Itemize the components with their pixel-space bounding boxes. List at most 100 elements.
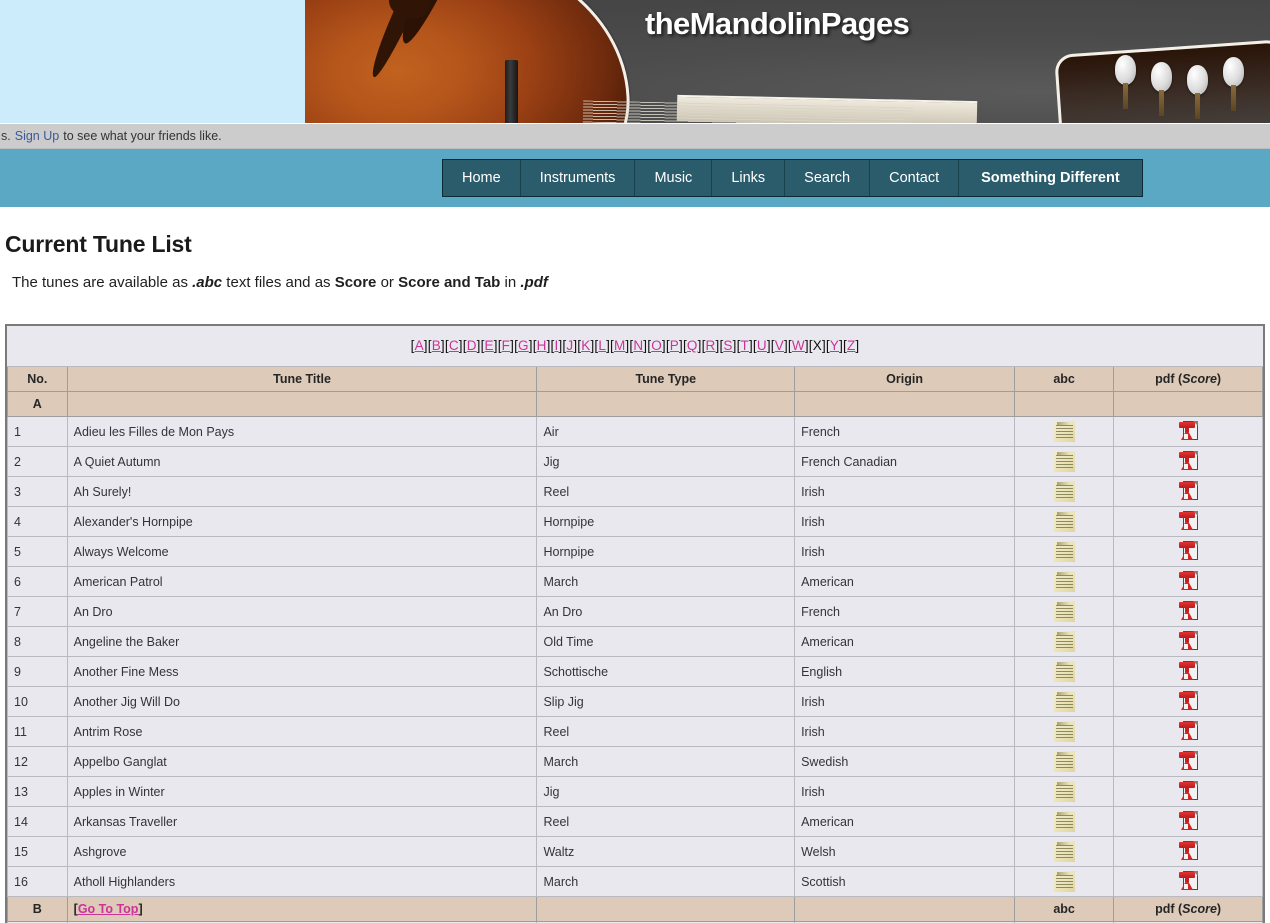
pdf-icon[interactable] [1178, 511, 1198, 532]
sheet-music-icon[interactable] [1053, 451, 1075, 472]
section-origin-cell [794, 896, 1016, 922]
alpha-index-link-M[interactable]: M [614, 338, 625, 353]
alpha-index-link-D[interactable]: D [467, 338, 477, 353]
alpha-index-link-R[interactable]: R [706, 338, 716, 353]
pdf-download-cell[interactable] [1113, 746, 1263, 777]
alpha-index-link-N[interactable]: N [633, 338, 643, 353]
nav-item-search[interactable]: Search [785, 160, 871, 196]
alpha-index-link-H[interactable]: H [537, 338, 547, 353]
tune-origin: French [794, 416, 1016, 447]
abc-download-cell[interactable] [1014, 686, 1115, 717]
pdf-download-cell[interactable] [1113, 446, 1263, 477]
abc-download-cell[interactable] [1014, 536, 1115, 567]
tune-number: 14 [7, 806, 68, 837]
alpha-index-link-V[interactable]: V [775, 338, 784, 353]
sheet-music-icon[interactable] [1053, 541, 1075, 562]
pdf-icon[interactable] [1178, 661, 1198, 682]
sheet-music-icon[interactable] [1053, 751, 1075, 772]
sheet-music-icon[interactable] [1053, 601, 1075, 622]
pdf-icon[interactable] [1178, 631, 1198, 652]
abc-download-cell[interactable] [1014, 476, 1115, 507]
nav-item-music[interactable]: Music [635, 160, 713, 196]
tune-number: 4 [7, 506, 68, 537]
abc-download-cell[interactable] [1014, 566, 1115, 597]
sheet-music-icon[interactable] [1053, 871, 1075, 892]
nav-item-home[interactable]: Home [443, 160, 521, 196]
sheet-music-icon[interactable] [1053, 841, 1075, 862]
pdf-icon[interactable] [1178, 751, 1198, 772]
pdf-icon[interactable] [1178, 481, 1198, 502]
alpha-index-link-G[interactable]: G [518, 338, 529, 353]
pdf-icon[interactable] [1178, 421, 1198, 442]
pdf-download-cell[interactable] [1113, 776, 1263, 807]
abc-download-cell[interactable] [1014, 836, 1115, 867]
alpha-index-link-Y[interactable]: Y [830, 338, 839, 353]
sheet-music-icon[interactable] [1053, 421, 1075, 442]
pdf-download-cell[interactable] [1113, 626, 1263, 657]
sheet-music-icon[interactable] [1053, 691, 1075, 712]
pdf-download-cell[interactable] [1113, 506, 1263, 537]
sheet-music-icon[interactable] [1053, 631, 1075, 652]
alpha-index-link-E[interactable]: E [485, 338, 494, 353]
sheet-music-icon[interactable] [1053, 481, 1075, 502]
pdf-download-cell[interactable] [1113, 686, 1263, 717]
pdf-icon[interactable] [1178, 541, 1198, 562]
abc-download-cell[interactable] [1014, 626, 1115, 657]
sheet-music-icon[interactable] [1053, 781, 1075, 802]
alpha-index-link-W[interactable]: W [792, 338, 805, 353]
abc-download-cell[interactable] [1014, 866, 1115, 897]
alpha-index-link-B[interactable]: B [432, 338, 441, 353]
abc-download-cell[interactable] [1014, 656, 1115, 687]
sign-up-link[interactable]: Sign Up [15, 129, 59, 143]
abc-download-cell[interactable] [1014, 506, 1115, 537]
nav-item-links[interactable]: Links [712, 160, 786, 196]
pdf-icon[interactable] [1178, 781, 1198, 802]
sheet-music-icon[interactable] [1053, 811, 1075, 832]
pdf-download-cell[interactable] [1113, 566, 1263, 597]
pdf-download-cell[interactable] [1113, 716, 1263, 747]
pdf-icon[interactable] [1178, 451, 1198, 472]
alpha-index-link-O[interactable]: O [651, 338, 662, 353]
pdf-icon[interactable] [1178, 871, 1198, 892]
go-to-top-link[interactable]: Go To Top [78, 902, 139, 916]
pdf-icon[interactable] [1178, 601, 1198, 622]
alpha-index-link-U[interactable]: U [757, 338, 767, 353]
alpha-index-link-T[interactable]: T [741, 338, 749, 353]
sheet-music-icon[interactable] [1053, 571, 1075, 592]
pdf-icon[interactable] [1178, 721, 1198, 742]
alpha-index-link-A[interactable]: A [415, 338, 424, 353]
pdf-download-cell[interactable] [1113, 866, 1263, 897]
nav-item-contact[interactable]: Contact [870, 160, 960, 196]
tune-number: 11 [7, 716, 68, 747]
alpha-index-link-F[interactable]: F [502, 338, 510, 353]
pdf-icon[interactable] [1178, 811, 1198, 832]
pdf-icon[interactable] [1178, 691, 1198, 712]
abc-download-cell[interactable] [1014, 746, 1115, 777]
abc-download-cell[interactable] [1014, 776, 1115, 807]
alpha-index-link-Q[interactable]: Q [687, 338, 698, 353]
pdf-download-cell[interactable] [1113, 416, 1263, 447]
alpha-index-link-P[interactable]: P [670, 338, 679, 353]
sheet-music-icon[interactable] [1053, 661, 1075, 682]
pdf-download-cell[interactable] [1113, 656, 1263, 687]
pdf-download-cell[interactable] [1113, 806, 1263, 837]
pdf-icon[interactable] [1178, 571, 1198, 592]
pdf-download-cell[interactable] [1113, 596, 1263, 627]
sheet-music-icon[interactable] [1053, 721, 1075, 742]
alpha-index-link-L[interactable]: L [598, 338, 606, 353]
tune-origin: Scottish [794, 866, 1016, 897]
nav-item-instruments[interactable]: Instruments [521, 160, 636, 196]
pdf-icon[interactable] [1178, 841, 1198, 862]
pdf-download-cell[interactable] [1113, 476, 1263, 507]
alpha-index-link-S[interactable]: S [723, 338, 732, 353]
abc-download-cell[interactable] [1014, 806, 1115, 837]
abc-download-cell[interactable] [1014, 716, 1115, 747]
alpha-index-link-C[interactable]: C [449, 338, 459, 353]
sheet-music-icon[interactable] [1053, 511, 1075, 532]
abc-download-cell[interactable] [1014, 416, 1115, 447]
abc-download-cell[interactable] [1014, 446, 1115, 477]
nav-item-something-different[interactable]: Something Different [959, 160, 1142, 196]
pdf-download-cell[interactable] [1113, 836, 1263, 867]
pdf-download-cell[interactable] [1113, 536, 1263, 567]
abc-download-cell[interactable] [1014, 596, 1115, 627]
